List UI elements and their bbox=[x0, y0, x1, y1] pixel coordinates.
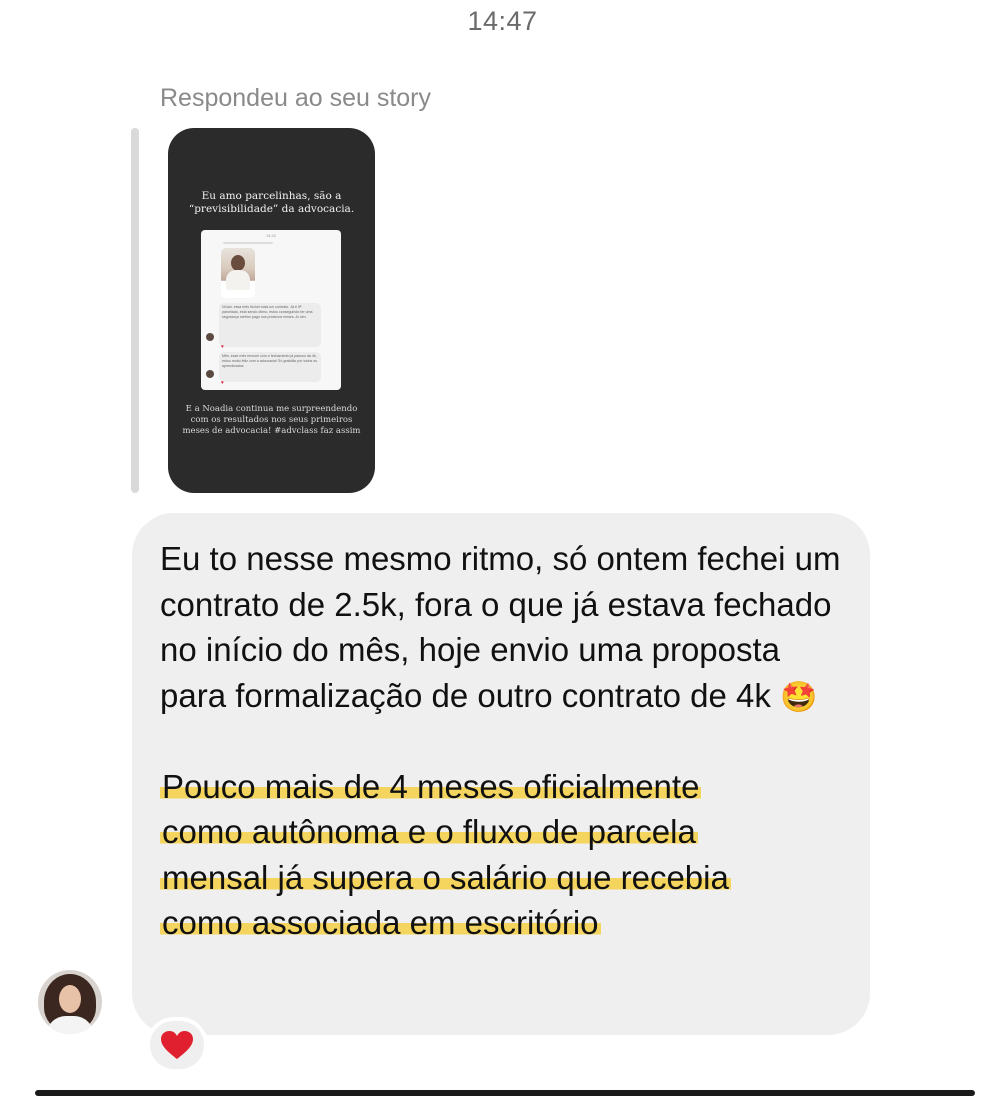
story-reply-label: Respondeu ao seu story bbox=[160, 84, 432, 112]
message-highlighted-paragraph: Pouco mais de 4 meses oficialmente como … bbox=[160, 764, 850, 946]
embedded-photo bbox=[221, 248, 255, 298]
message-paragraph-text: Eu to nesse mesmo ritmo, só ontem fechei… bbox=[160, 540, 841, 714]
star-struck-emoji: 🤩 bbox=[780, 679, 818, 715]
avatar-face bbox=[59, 985, 81, 1013]
embedded-message-bubble: Mês, esse mês renovei com o fechamento j… bbox=[219, 352, 321, 382]
embedded-heart-icon: ♥ bbox=[221, 344, 224, 350]
embedded-heart-icon: ♥ bbox=[221, 380, 224, 386]
story-embedded-screenshot: 14:42 Vivian, essa mês fechei mais um co… bbox=[201, 230, 341, 390]
sender-avatar[interactable] bbox=[38, 970, 102, 1034]
embedded-timestamp: 14:42 bbox=[265, 233, 276, 238]
heart-icon bbox=[161, 1031, 193, 1059]
message-paragraph: Eu to nesse mesmo ritmo, só ontem fechei… bbox=[160, 536, 850, 718]
highlighted-line: Pouco mais de 4 meses oficialmente bbox=[160, 767, 702, 805]
message-text: Eu to nesse mesmo ritmo, só ontem fechei… bbox=[160, 536, 850, 946]
embedded-avatar bbox=[206, 333, 214, 341]
embedded-avatar bbox=[206, 370, 214, 378]
story-preview[interactable]: Eu amo parcelinhas, são a “previsibilida… bbox=[168, 128, 375, 493]
embedded-header bbox=[223, 242, 273, 244]
reaction-badge[interactable] bbox=[146, 1017, 208, 1073]
story-caption: E a Noadia continua me surpreendendo com… bbox=[182, 404, 361, 436]
story-headline: Eu amo parcelinhas, são a “previsibilida… bbox=[188, 190, 355, 215]
screen-bottom-divider bbox=[35, 1090, 975, 1096]
embedded-photo-body bbox=[226, 270, 250, 290]
highlighted-line: mensal já supera o salário que recebia bbox=[160, 858, 731, 896]
embedded-message-bubble: Vivian, essa mês fechei mais um contrato… bbox=[219, 303, 321, 347]
highlighted-line: como associada em escritório bbox=[160, 904, 601, 941]
quote-bar bbox=[131, 128, 139, 493]
highlighted-line: como autônoma e o fluxo de parcela bbox=[160, 813, 698, 850]
message-timestamp: 14:47 bbox=[467, 6, 538, 36]
embedded-photo-head bbox=[231, 255, 245, 271]
